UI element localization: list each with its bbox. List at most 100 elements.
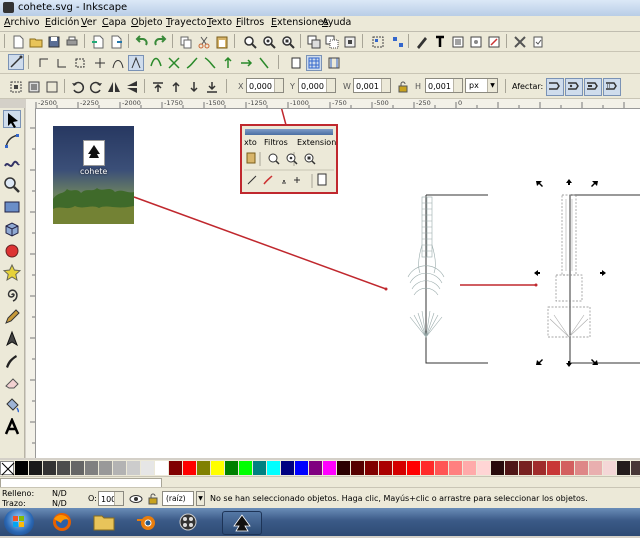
menu-capa[interactable]: Capa [102, 17, 126, 28]
color-swatch[interactable] [295, 461, 309, 475]
color-swatch[interactable] [197, 461, 211, 475]
color-swatch[interactable] [365, 461, 379, 475]
zoom-tool-icon[interactable] [3, 176, 21, 194]
page-border-icon[interactable] [288, 55, 304, 71]
color-swatch[interactable] [421, 461, 435, 475]
color-swatch[interactable] [463, 461, 477, 475]
calligraphy-tool-icon[interactable] [3, 352, 21, 370]
unlink-clone-icon[interactable] [342, 34, 358, 50]
color-swatch[interactable] [407, 461, 421, 475]
color-swatch[interactable] [99, 461, 113, 475]
menu-texto[interactable]: Texto [207, 17, 232, 28]
paste-icon[interactable] [214, 34, 230, 50]
pen-tool-icon[interactable] [3, 330, 21, 348]
paint-bucket-tool-icon[interactable] [3, 396, 21, 414]
unit-select[interactable]: px ▼ [465, 78, 498, 93]
copy-icon[interactable] [178, 34, 194, 50]
snap-midpoint-icon[interactable] [92, 55, 108, 71]
menu-archivo[interactable]: Archivo [4, 17, 40, 28]
color-swatch[interactable] [155, 461, 169, 475]
pencil-tool-icon[interactable] [3, 308, 21, 326]
menu-objeto[interactable]: Objeto [131, 17, 163, 28]
color-swatch[interactable] [379, 461, 393, 475]
node-tool-icon[interactable] [3, 132, 21, 150]
color-swatch[interactable] [491, 461, 505, 475]
xml-editor-icon[interactable] [450, 34, 466, 50]
eraser-tool-icon[interactable] [3, 374, 21, 392]
lock-proportions-icon[interactable] [395, 79, 411, 95]
export-icon[interactable] [108, 34, 124, 50]
clone-icon[interactable] [324, 34, 340, 50]
selector-tool-icon[interactable] [3, 110, 21, 128]
color-swatch[interactable] [309, 461, 323, 475]
fill-stroke-icon[interactable] [414, 34, 430, 50]
color-swatch[interactable] [547, 461, 561, 475]
color-swatch[interactable] [337, 461, 351, 475]
color-swatch[interactable] [127, 461, 141, 475]
menu-extensiones[interactable]: Extensiones [271, 17, 328, 28]
color-swatch[interactable] [631, 461, 640, 475]
tweak-tool-icon[interactable] [3, 154, 21, 172]
save-icon[interactable] [46, 34, 62, 50]
snap-nodes-icon[interactable] [36, 55, 52, 71]
raise-icon[interactable] [168, 79, 184, 95]
color-swatch[interactable] [533, 461, 547, 475]
explorer-taskbar-icon[interactable] [86, 511, 122, 533]
firefox-taskbar-icon[interactable] [44, 511, 80, 533]
color-swatch[interactable] [351, 461, 365, 475]
redo-icon[interactable] [152, 34, 168, 50]
color-swatch[interactable] [267, 461, 281, 475]
media-player-taskbar-icon[interactable] [170, 511, 206, 533]
tools-icon[interactable] [512, 34, 528, 50]
color-swatch[interactable] [561, 461, 575, 475]
inkscape-taskbar-button[interactable] [222, 511, 262, 535]
color-swatch[interactable] [505, 461, 519, 475]
clipboard-check-icon[interactable] [530, 34, 546, 50]
rectangle-tool-icon[interactable] [3, 198, 21, 216]
scale-stroke-icon[interactable] [546, 78, 564, 96]
preferences-icon[interactable] [486, 34, 502, 50]
color-swatch[interactable] [477, 461, 491, 475]
grid-toggle-icon[interactable] [306, 55, 322, 71]
deselect-icon[interactable] [44, 79, 60, 95]
rotate-cw-icon[interactable] [88, 79, 104, 95]
document-properties-icon[interactable] [468, 34, 484, 50]
color-swatch[interactable] [141, 461, 155, 475]
menu-edicion[interactable]: Edición [45, 17, 79, 28]
color-swatch[interactable] [575, 461, 589, 475]
y-input[interactable]: 0,000 [298, 78, 336, 93]
color-swatch[interactable] [603, 461, 617, 475]
opacity-input[interactable]: 100 [98, 491, 124, 506]
undo-icon[interactable] [134, 34, 150, 50]
zoom-selection-icon[interactable] [242, 34, 258, 50]
color-swatch[interactable] [519, 461, 533, 475]
snap-page-icon[interactable] [238, 55, 254, 71]
color-swatch[interactable] [29, 461, 43, 475]
3d-box-tool-icon[interactable] [3, 220, 21, 238]
guides-toggle-icon[interactable] [326, 55, 342, 71]
ungroup-icon[interactable] [390, 34, 406, 50]
text-font-icon[interactable] [432, 34, 448, 50]
raise-to-top-icon[interactable] [150, 79, 166, 95]
color-swatch[interactable] [211, 461, 225, 475]
menu-filtros[interactable]: Filtros [236, 17, 264, 28]
snap-guide-icon[interactable] [220, 55, 236, 71]
color-swatch[interactable] [169, 461, 183, 475]
import-icon[interactable] [90, 34, 106, 50]
snap-object-center-icon[interactable] [202, 55, 218, 71]
scale-corners-icon[interactable] [565, 78, 583, 96]
layer-dropdown-icon[interactable]: ▼ [196, 491, 205, 506]
width-input[interactable]: 0,001 [353, 78, 391, 93]
start-button[interactable] [4, 509, 34, 535]
layer-lock-icon[interactable] [145, 491, 161, 507]
snap-smooth-icon[interactable] [148, 55, 164, 71]
lower-to-bottom-icon[interactable] [204, 79, 220, 95]
ellipse-tool-icon[interactable] [3, 242, 21, 260]
color-swatch[interactable] [435, 461, 449, 475]
menu-ayuda[interactable]: Ayuda [322, 17, 351, 28]
drawing-canvas[interactable]: cohete xto Filtros Extension [36, 109, 640, 458]
open-file-icon[interactable] [28, 34, 44, 50]
star-tool-icon[interactable] [3, 264, 21, 282]
color-swatch[interactable] [57, 461, 71, 475]
color-swatch[interactable] [323, 461, 337, 475]
